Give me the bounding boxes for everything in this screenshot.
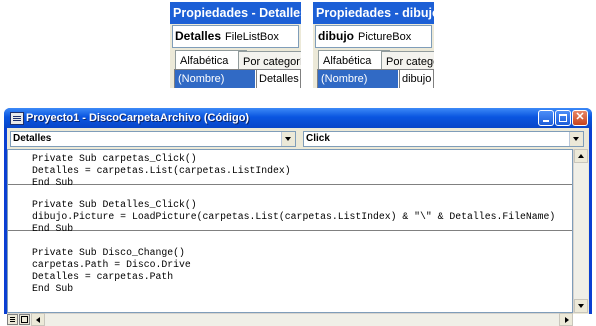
code-editor[interactable]: Private Sub carpetas_Click() Detalles = … <box>7 149 573 313</box>
scroll-down-icon[interactable] <box>574 299 588 313</box>
properties-title: Propiedades - dibujo <box>313 2 434 24</box>
property-row[interactable]: (Nombre) Detalles <box>174 69 301 88</box>
scroll-right-icon[interactable] <box>559 313 573 326</box>
chevron-down-icon[interactable] <box>281 132 295 146</box>
object-combo[interactable]: Detalles <box>10 131 296 147</box>
property-value[interactable]: Detalles <box>256 70 300 88</box>
code-line[interactable]: carpetas.Path = Disco.Drive <box>32 259 191 271</box>
scroll-up-icon[interactable] <box>574 149 588 163</box>
window-title: Proyecto1 - DiscoCarpetaArchivo (Código) <box>26 112 250 124</box>
procedure-combo-value: Click <box>306 133 330 144</box>
property-row[interactable]: (Nombre) dibujo <box>317 69 434 88</box>
chevron-down-icon[interactable] <box>569 132 583 146</box>
properties-window-dibujo: Propiedades - dibujo dibujo PictureBox Al… <box>313 2 434 88</box>
vertical-scrollbar[interactable] <box>573 149 588 313</box>
properties-window-detalles: Propiedades - Detalles Detalles FileListB… <box>170 2 301 88</box>
horizontal-scrollbar[interactable] <box>7 313 573 326</box>
code-window-icon <box>10 112 24 125</box>
close-button[interactable]: ✕ <box>572 110 588 126</box>
property-name: (Nombre) <box>175 70 255 88</box>
procedure-combo[interactable]: Click <box>303 131 584 147</box>
properties-title: Propiedades - Detalles <box>170 2 301 24</box>
maximize-button[interactable] <box>555 110 571 126</box>
object-selector[interactable]: dibujo PictureBox <box>315 25 432 48</box>
property-name: (Nombre) <box>318 70 398 88</box>
minimize-button[interactable] <box>538 110 554 126</box>
code-line[interactable]: Detalles = carpetas.List(carpetas.ListIn… <box>32 165 291 177</box>
object-type: FileListBox <box>225 31 279 43</box>
object-name: dibujo <box>318 29 354 43</box>
full-module-view-icon[interactable] <box>19 314 30 325</box>
code-window: Proyecto1 - DiscoCarpetaArchivo (Código)… <box>4 108 592 326</box>
code-line[interactable]: End Sub <box>32 283 73 295</box>
code-window-client: Detalles Click Private Sub carpetas_Clic… <box>7 128 589 326</box>
object-combo-value: Detalles <box>13 133 52 144</box>
object-type: PictureBox <box>358 31 412 43</box>
code-line[interactable]: End Sub <box>32 223 73 235</box>
object-name: Detalles <box>175 29 222 43</box>
code-line[interactable]: Detalles = carpetas.Path <box>32 271 173 283</box>
code-line[interactable]: Private Sub carpetas_Click() <box>32 153 197 165</box>
object-selector[interactable]: Detalles FileListBox <box>172 25 299 48</box>
code-line[interactable]: Private Sub Disco_Change() <box>32 247 185 259</box>
scroll-left-icon[interactable] <box>31 313 45 326</box>
title-bar[interactable]: Proyecto1 - DiscoCarpetaArchivo (Código)… <box>4 108 592 128</box>
code-line[interactable]: Private Sub Detalles_Click() <box>32 199 197 211</box>
property-value[interactable]: dibujo <box>399 70 433 88</box>
code-line[interactable]: dibujo.Picture = LoadPicture(carpetas.Li… <box>32 211 555 223</box>
procedure-view-icon[interactable] <box>7 314 18 325</box>
